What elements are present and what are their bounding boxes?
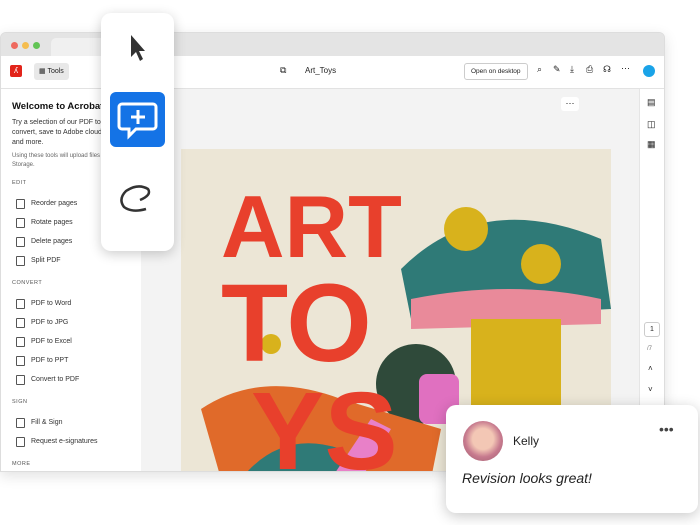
sidebar-tool-label: Delete pages <box>31 238 73 245</box>
pages-icon[interactable]: ⧉ <box>280 65 286 76</box>
tool-icon <box>16 298 25 309</box>
open-on-desktop-button[interactable]: Open on desktop <box>464 63 528 80</box>
sidebar-tool-label: Convert to PDF <box>31 376 80 383</box>
headphones-icon[interactable]: ☊ <box>603 64 611 75</box>
tool-icon <box>16 417 25 428</box>
sidebar-tool-item[interactable]: PDF to Word <box>12 294 141 313</box>
tool-icon <box>16 374 25 385</box>
section-label: MORE <box>12 461 31 467</box>
maximize-dot[interactable] <box>33 42 40 49</box>
minimize-dot[interactable] <box>22 42 29 49</box>
sidebar-tool-item[interactable]: Split PDF <box>12 251 141 270</box>
sidebar-tool-label: Reorder pages <box>31 200 78 207</box>
tools-label: Tools <box>47 68 64 75</box>
sidebar-tool-item[interactable]: Fill & Sign <box>12 413 141 432</box>
document-title: Art_Toys <box>305 66 337 75</box>
tool-icon <box>16 236 25 247</box>
comment-more-icon[interactable]: ••• <box>659 421 674 437</box>
tool-icon <box>16 355 25 366</box>
close-dot[interactable] <box>11 42 18 49</box>
acrobat-logo-icon[interactable]: ʎ <box>10 65 22 77</box>
select-cursor-icon[interactable] <box>129 33 147 63</box>
tool-icon <box>16 255 25 266</box>
comment-icon[interactable]: ▤ <box>647 97 656 108</box>
tool-icon <box>16 336 25 347</box>
tool-icon <box>16 217 25 228</box>
page-more-button[interactable]: ⋯ <box>561 97 579 111</box>
sidebar-tool-item[interactable]: PDF to JPG <box>12 313 141 332</box>
thumbnails-icon[interactable]: ▦ <box>647 139 656 150</box>
sidebar-tool-label: Rotate pages <box>31 219 73 226</box>
art-title-line3: YS <box>251 370 398 472</box>
comment-author: Kelly <box>513 434 540 448</box>
page-number-input[interactable]: 1 <box>644 322 660 337</box>
section-label: CONVERT <box>12 280 43 286</box>
floating-tools-panel <box>101 13 174 251</box>
page-total: /7 <box>647 346 653 352</box>
sidebar-tool-item[interactable]: Request e-signatures <box>12 432 141 451</box>
edit-icon[interactable]: ✎ <box>553 64 561 75</box>
sidebar-tool-item[interactable]: Convert to PDF <box>12 370 141 389</box>
comment-plus-icon <box>117 102 158 140</box>
sidebar-tool-label: PDF to Word <box>31 300 72 307</box>
section-label: SIGN <box>12 399 28 405</box>
comment-card: Kelly ••• Revision looks great! <box>446 405 698 513</box>
sidebar-tool-label: PDF to Excel <box>31 338 72 345</box>
sidebar-tool-item[interactable]: PDF to Excel <box>12 332 141 351</box>
search-icon[interactable]: ⌕ <box>537 64 542 75</box>
sidebar-tool-label: PDF to JPG <box>31 319 69 326</box>
prev-page-icon[interactable]: ˄ <box>648 364 653 373</box>
download-icon[interactable]: ⤓ <box>570 64 574 75</box>
tool-icon <box>16 317 25 328</box>
more-icon[interactable]: ⋯ <box>621 63 630 74</box>
avatar[interactable] <box>643 65 655 77</box>
tool-icon <box>16 436 25 447</box>
sidebar-tool-label: Split PDF <box>31 257 61 264</box>
sidebar-tool-label: Fill & Sign <box>31 419 63 426</box>
tool-icon <box>16 198 25 209</box>
draw-freehand-icon[interactable] <box>118 183 158 218</box>
sidebar-tool-label: Request e-signatures <box>31 438 98 445</box>
sidebar-tool-label: PDF to PPT <box>31 357 69 364</box>
tools-button[interactable]: ▦ Tools <box>34 63 69 80</box>
next-page-icon[interactable]: ˅ <box>648 385 653 394</box>
sidebar-tool-item[interactable]: PDF to PPT <box>12 351 141 370</box>
add-comment-button[interactable] <box>110 92 165 147</box>
comment-avatar <box>463 421 503 461</box>
art-title-line2: TO <box>221 262 372 385</box>
organize-icon[interactable]: ◫ <box>647 119 656 130</box>
comment-text: Revision looks great! <box>462 470 592 486</box>
print-icon[interactable]: ⎙ <box>586 64 593 75</box>
